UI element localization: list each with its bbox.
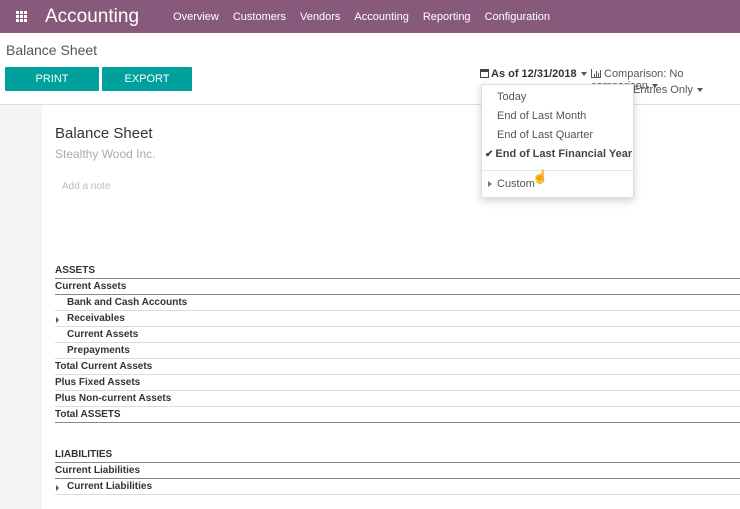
report-left-margin (0, 105, 42, 509)
report-line[interactable]: Current Assets (55, 279, 740, 295)
report-line[interactable]: Plus Fixed Assets (55, 375, 740, 391)
date-option-custom[interactable]: Custom (488, 178, 535, 190)
report-line-label: Receivables (67, 313, 125, 324)
date-option-end-last-financial-year[interactable]: ✔ End of Last Financial Year (485, 148, 632, 160)
date-filter-dropdown: Today End of Last Month End of Last Quar… (481, 84, 634, 198)
expand-caret-icon[interactable] (56, 317, 59, 323)
report-title: Balance Sheet (55, 125, 153, 142)
report-line-label: Current Assets (67, 329, 139, 340)
report-line[interactable]: Current Liabilities (55, 479, 740, 495)
report-line[interactable]: ASSETS (55, 263, 740, 279)
date-filter-label: As of 12/31/2018 (491, 68, 577, 80)
report-line[interactable]: Current Assets (55, 327, 740, 343)
report-line[interactable]: Current Liabilities (55, 463, 740, 479)
report-lines: ASSETS Current Assets Bank and Cash Acco… (55, 263, 740, 495)
app-title: Accounting (45, 5, 140, 27)
date-option-today[interactable]: Today (497, 91, 526, 103)
checkmark-icon: ✔ (485, 149, 494, 160)
bar-chart-icon (591, 69, 601, 78)
menu-customers[interactable]: Customers (233, 11, 286, 23)
report-line-label: Bank and Cash Accounts (67, 297, 188, 308)
report-line[interactable]: Total Current Assets (55, 359, 740, 375)
report-line-label: Prepayments (67, 345, 130, 356)
report-line[interactable]: LIABILITIES (55, 447, 740, 463)
report-line-label: Total ASSETS (55, 409, 121, 420)
report-company: Stealthy Wood Inc. (55, 147, 156, 161)
date-filter-toggle[interactable]: As of 12/31/2018 (480, 68, 587, 80)
menu-configuration[interactable]: Configuration (485, 11, 550, 23)
report-line-label: Plus Non-current Assets (55, 393, 172, 404)
entries-filter-label: Entries Only (633, 84, 693, 96)
dropdown-divider (482, 170, 633, 171)
report-line[interactable]: Bank and Cash Accounts (55, 295, 740, 311)
report-line-label: Current Assets (55, 281, 127, 292)
date-option-end-last-month[interactable]: End of Last Month (497, 110, 586, 122)
menu-reporting[interactable]: Reporting (423, 11, 471, 23)
report-line-label: Current Liabilities (55, 465, 141, 476)
report-line[interactable]: Receivables (55, 311, 740, 327)
print-preview-button[interactable]: PRINT PREVIEW (5, 67, 99, 109)
date-option-end-last-quarter[interactable]: End of Last Quarter (497, 129, 593, 141)
report-line-label: Total Current Assets (55, 361, 153, 372)
report-line-label: ASSETS (55, 265, 96, 276)
expand-caret-icon[interactable] (56, 485, 59, 491)
report-line[interactable]: Plus Non-current Assets (55, 391, 740, 407)
report-line[interactable]: Total ASSETS (55, 407, 740, 423)
report-line-label: Current Liabilities (67, 481, 153, 492)
date-option-label: End of Last Financial Year (495, 148, 633, 160)
menu-overview[interactable]: Overview (173, 11, 219, 23)
add-note-field[interactable]: Add a note (62, 181, 110, 192)
chevron-down-icon (696, 88, 703, 93)
entries-filter-toggle[interactable]: Entries Only (633, 84, 703, 96)
export-xlsx-button[interactable]: EXPORT (XLSX) (102, 67, 192, 109)
chevron-down-icon (580, 72, 587, 77)
report-line-label: LIABILITIES (55, 449, 113, 460)
apps-menu-icon[interactable] (0, 0, 42, 33)
calendar-icon (480, 69, 489, 78)
report-line[interactable]: Prepayments (55, 343, 740, 359)
date-option-label: Custom (497, 178, 535, 190)
hand-pointer-cursor-icon: ☝ (532, 169, 549, 184)
caret-right-icon (488, 181, 492, 188)
top-navbar: Accounting Overview Customers Vendors Ac… (0, 0, 740, 33)
breadcrumb: Balance Sheet (6, 42, 98, 58)
menu-vendors[interactable]: Vendors (300, 11, 340, 23)
report-line-label: Plus Fixed Assets (55, 377, 141, 388)
menu-accounting[interactable]: Accounting (354, 11, 408, 23)
